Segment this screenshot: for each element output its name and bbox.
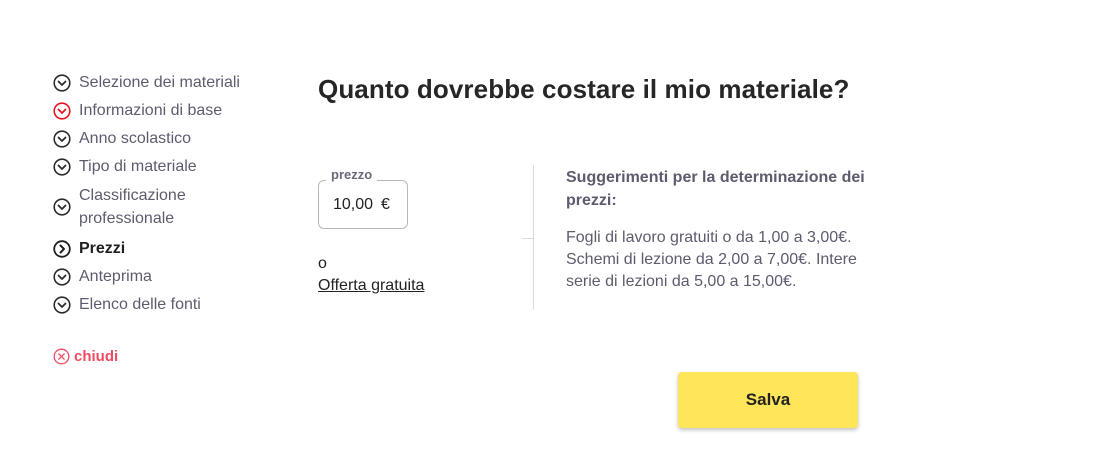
check-circle-icon: [53, 198, 71, 216]
step-item-school-year[interactable]: Anno scolastico: [53, 128, 273, 150]
divider-tick: [522, 238, 534, 239]
step-label: Anteprima: [79, 268, 152, 285]
pricing-tips: Suggerimenti per la determinazione dei p…: [566, 166, 866, 293]
step-item-sources[interactable]: Elenco delle fonti: [53, 294, 273, 316]
step-item-professional-classification[interactable]: Classificazione professionale: [53, 184, 273, 230]
price-field: € prezzo: [318, 167, 408, 229]
step-item-prices[interactable]: Prezzi: [53, 238, 273, 260]
check-circle-icon: [53, 296, 71, 314]
page-title: Quanto dovrebbe costare il mio materiale…: [318, 74, 850, 104]
check-circle-icon: [53, 158, 71, 176]
free-offer-link[interactable]: Offerta gratuita: [318, 277, 424, 295]
step-navigation: Selezione dei materiali Informazioni di …: [53, 72, 273, 322]
price-label: prezzo: [326, 167, 378, 182]
step-item-material-type[interactable]: Tipo di materiale: [53, 156, 273, 178]
pricing-page: Selezione dei materiali Informazioni di …: [0, 0, 1117, 469]
step-item-preview[interactable]: Anteprima: [53, 266, 273, 288]
tips-heading: Suggerimenti per la determinazione dei p…: [566, 169, 865, 209]
close-circle-icon: [53, 348, 70, 365]
or-text: o: [318, 255, 327, 272]
step-label: Tipo di materiale: [79, 158, 197, 175]
price-input-box[interactable]: €: [318, 180, 408, 229]
check-circle-icon: [53, 268, 71, 286]
close-button[interactable]: chiudi: [53, 348, 118, 365]
chevron-right-circle-icon: [53, 240, 71, 258]
step-label: Selezione dei materiali: [79, 74, 240, 91]
step-label: Anno scolastico: [79, 130, 192, 147]
price-input[interactable]: [333, 195, 377, 214]
step-item-basic-info[interactable]: Informazioni di base: [53, 100, 273, 122]
save-button[interactable]: Salva: [678, 372, 858, 428]
tips-body: Fogli di lavoro gratuiti o da 1,00 a 3,0…: [566, 229, 857, 290]
step-item-material-selection[interactable]: Selezione dei materiali: [53, 72, 273, 94]
currency-symbol: €: [381, 195, 390, 213]
step-label: Prezzi: [79, 240, 126, 257]
error-chevron-circle-icon: [53, 102, 71, 120]
check-circle-icon: [53, 74, 71, 92]
close-label: chiudi: [74, 348, 119, 365]
step-label: Classificazione professionale: [79, 187, 186, 227]
step-label: Elenco delle fonti: [79, 296, 201, 313]
check-circle-icon: [53, 130, 71, 148]
step-label: Informazioni di base: [79, 102, 223, 119]
